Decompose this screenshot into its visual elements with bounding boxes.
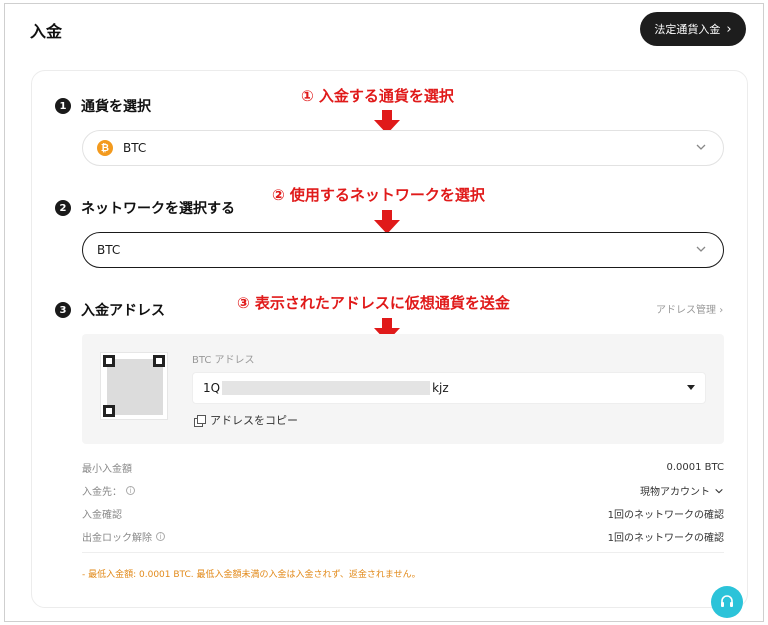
step-number: 3 [55,302,71,318]
info-value: 0.0001 BTC [666,462,724,473]
btc-coin-icon: ₿ [97,140,113,156]
copy-address-button[interactable]: アドレスをコピー [194,412,298,428]
address-label: BTC アドレス [192,355,255,366]
deposit-account-select[interactable]: 現物アカウント [640,483,724,498]
address-prefix: 1Q [203,381,221,395]
address-field[interactable]: 1Q kjz [192,372,706,404]
step-label: 通貨を選択 [81,99,151,115]
copy-icon [194,415,206,427]
fiat-deposit-button[interactable]: 法定通貨入金 › [640,12,746,46]
qr-finder-pattern [103,405,115,417]
info-icon[interactable]: i [156,532,165,541]
address-suffix: kjz [432,381,449,395]
fiat-deposit-label: 法定通貨入金 [654,23,721,36]
address-panel: BTC アドレス 1Q kjz アドレスをコピー [82,334,724,444]
currency-select-value: BTC [123,141,147,155]
chevron-down-icon [715,488,723,493]
step-label: ネットワークを選択する [81,201,235,217]
step-1-heading: 1 通貨を選択 [55,96,151,116]
info-row-min-deposit: 最小入金額 0.0001 BTC [82,460,724,475]
page-title: 入金 [30,22,63,41]
info-label: 入金先： [82,487,122,498]
headset-icon [721,595,733,607]
qr-finder-pattern [103,355,115,367]
step-label: 入金アドレス [81,303,165,319]
info-label: 最小入金額 [82,464,132,475]
currency-select[interactable]: ₿ BTC [82,130,724,166]
qr-finder-pattern [153,355,165,367]
info-label: 入金確認 [82,510,122,521]
info-icon[interactable]: i [126,486,135,495]
info-value: 1回のネットワークの確認 [607,510,724,521]
info-row-deposit-confirm: 入金確認 1回のネットワークの確認 [82,506,724,521]
address-management-link[interactable]: アドレス管理 › [656,301,723,316]
qr-blurred-area [107,359,163,415]
down-arrow-icon [374,210,400,234]
chevron-down-icon [696,144,706,150]
annotation-2: ② 使用するネットワークを選択 [272,186,485,204]
chevron-down-icon [696,246,706,252]
qr-code [100,352,168,420]
min-deposit-notice: - 最低入金額: 0.0001 BTC. 最低入金額未満の入金は入金されず、返金… [82,570,421,580]
network-select[interactable]: BTC [82,232,724,268]
copy-address-label: アドレスをコピー [210,414,298,427]
address-management-label: アドレス管理 [656,305,716,316]
divider [82,552,724,553]
address-redaction [222,381,431,395]
annotation-3: ③ 表示されたアドレスに仮想通貨を送金 [237,294,510,312]
support-button[interactable] [711,586,743,618]
dropdown-caret-icon[interactable] [687,385,695,390]
chevron-right-icon: › [726,21,732,37]
info-value: 現物アカウント [640,487,710,498]
step-number: 2 [55,200,71,216]
info-row-withdraw-unlock: 出金ロック解除 i 1回のネットワークの確認 [82,529,724,544]
chevron-right-icon: › [719,305,724,316]
annotation-1: ① 入金する通貨を選択 [301,87,454,105]
info-label: 出金ロック解除 [82,533,152,544]
step-2-heading: 2 ネットワークを選択する [55,198,235,218]
step-number: 1 [55,98,71,114]
network-select-value: BTC [97,243,121,257]
info-value: 1回のネットワークの確認 [607,533,724,544]
step-3-heading: 3 入金アドレス [55,300,165,320]
info-row-deposit-to: 入金先： i 現物アカウント [82,483,724,498]
